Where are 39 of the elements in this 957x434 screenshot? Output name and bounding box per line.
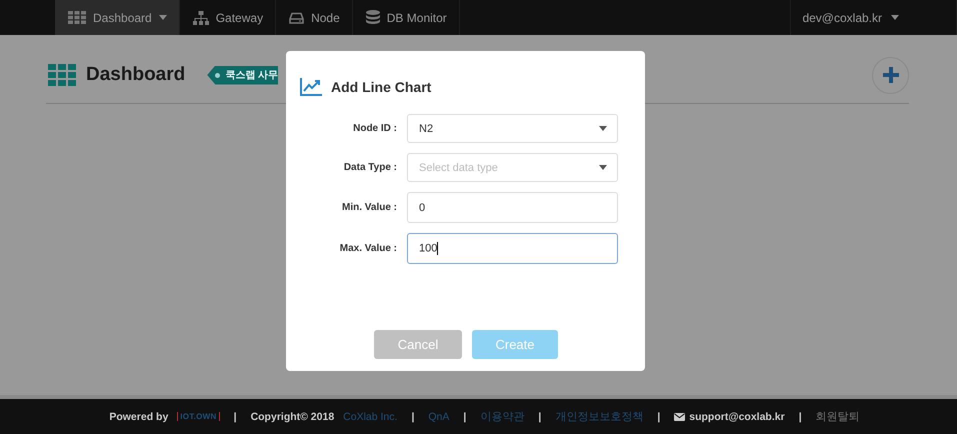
grid-icon: [48, 64, 76, 86]
caret-icon: [599, 126, 607, 131]
nav-tab[interactable]: Gateway: [180, 0, 276, 35]
footer-text: Powered by: [109, 410, 168, 422]
input-field[interactable]: 0: [407, 192, 618, 223]
select-field[interactable]: N2: [407, 114, 618, 143]
caret-icon: [599, 165, 607, 170]
field-label: Node ID :: [352, 123, 397, 134]
nav-tab[interactable]: Node: [276, 0, 353, 35]
drive-icon: [289, 12, 304, 24]
envelope-icon: [674, 412, 686, 420]
grid-icon: [68, 11, 86, 24]
field-label: Max. Value :: [338, 243, 397, 254]
nav-tab[interactable]: DB Monitor: [352, 0, 460, 35]
withdraw-link[interactable]: 회원탈퇴: [816, 409, 860, 424]
page-title: Dashboard: [86, 64, 186, 86]
separator: |: [798, 410, 802, 422]
add-button[interactable]: [872, 56, 909, 94]
dialog-title: Add Line Chart: [331, 79, 432, 95]
nav-tab[interactable]: Dashboard: [55, 0, 180, 35]
field-label: Min. Value :: [340, 202, 397, 213]
caret-icon: [158, 15, 167, 20]
line-chart-icon: [300, 78, 322, 96]
caret-icon: [891, 15, 899, 20]
field-label: Data Type :: [342, 162, 397, 173]
separator: |: [234, 410, 237, 422]
separator: |: [463, 410, 466, 422]
email-link[interactable]: support@coxlab.kr: [674, 410, 785, 422]
location-tag[interactable]: 쿡스랩 사무: [207, 66, 278, 84]
input-field[interactable]: 100: [407, 233, 618, 264]
user-menu[interactable]: dev@coxlab.kr: [790, 0, 957, 35]
separator: |: [657, 410, 660, 422]
plus-icon: [882, 67, 898, 83]
footer-logo: IOT.OWN: [177, 412, 220, 421]
database-icon: [366, 10, 380, 26]
sitemap-icon: [192, 10, 209, 24]
separator: |: [411, 410, 414, 422]
separator: |: [538, 410, 542, 422]
footer-text: Copyright© 2018: [250, 410, 334, 422]
